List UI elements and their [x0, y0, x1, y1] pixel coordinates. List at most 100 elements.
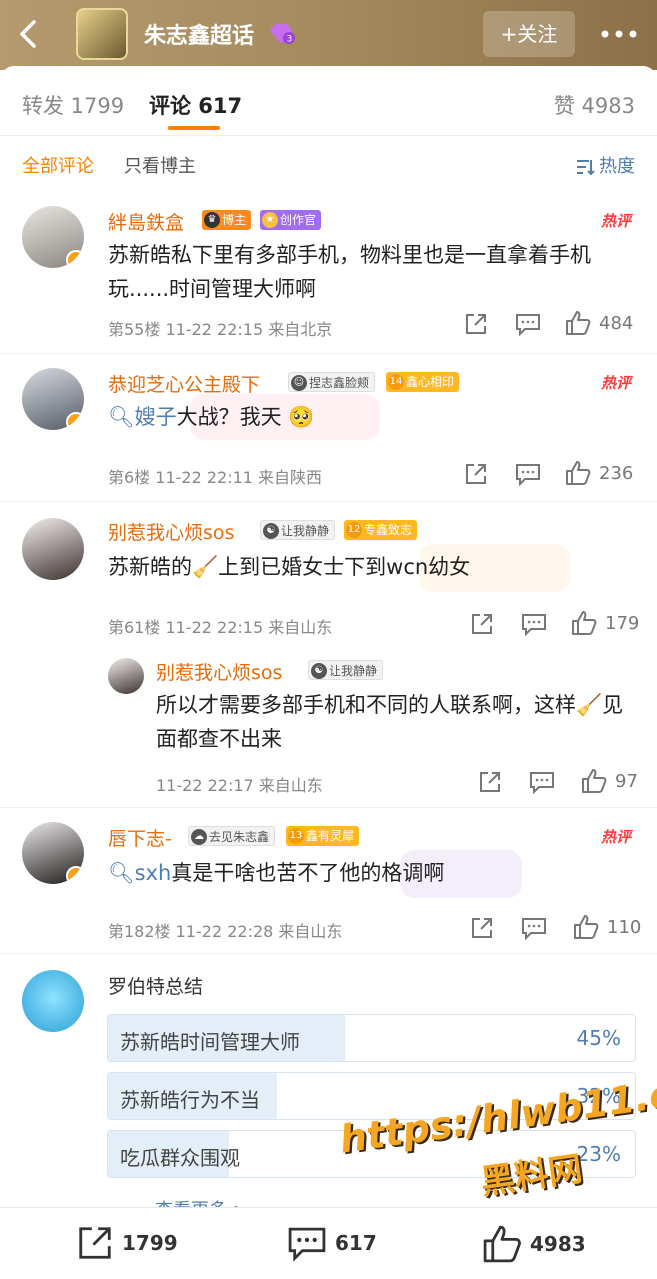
sort-icon [577, 160, 595, 176]
topic-search-link[interactable]: 🔍︎嫂子 [108, 405, 177, 429]
comment-meta: 第6楼 11-22 22:11 来自陕西 [108, 468, 323, 487]
comment-filter-bar: 全部评论 只看博主 热度 [0, 136, 657, 192]
reply-avatar[interactable] [108, 658, 144, 694]
poll-option-label: 吃瓜群众围观 [120, 1146, 240, 1170]
comment-icon [516, 464, 540, 486]
meditate-icon: ☯ [311, 663, 327, 679]
fan-badge: ☯ 让我静静 [308, 660, 384, 680]
poll-option-label: 苏新皓行为不当 [120, 1088, 260, 1112]
creator-icon: ★ [262, 212, 278, 228]
reply-button[interactable] [515, 312, 541, 336]
share-button[interactable] [464, 312, 488, 336]
hot-comment-label: 热评 [600, 374, 631, 392]
like-count: 484 [599, 312, 634, 334]
like-button[interactable]: 484 [565, 310, 633, 336]
tab-comments[interactable]: 评论 617 [149, 90, 242, 120]
share-icon [472, 614, 492, 634]
emoji-icon: 🥺 [288, 405, 315, 429]
like-button[interactable]: 179 [571, 610, 639, 636]
share-icon [480, 772, 500, 792]
poll-option-percent: 23% [576, 1142, 621, 1166]
more-options-icon[interactable] [600, 24, 638, 44]
comment-item: 絆島鉄盒 ♛ 博主 ★ 创作官 热评 苏新皓私下里有多部手机，物料里也是一直拿着手机… [0, 192, 657, 354]
back-arrow-icon[interactable] [14, 16, 44, 52]
commenter-name[interactable]: 别惹我心烦sos [108, 518, 234, 545]
face-icon: ☺ [291, 375, 307, 391]
comment-button[interactable]: 617 [287, 1224, 377, 1262]
poll-option-label: 苏新皓时间管理大师 [120, 1030, 300, 1054]
reply-button[interactable] [521, 916, 547, 940]
svg-text:3: 3 [287, 35, 293, 45]
reply-button[interactable] [521, 612, 547, 636]
thumbs-up-icon [572, 611, 597, 635]
like-count: 179 [605, 612, 640, 634]
commenter-name[interactable]: 唇下志- [108, 824, 172, 851]
meditate-icon: ☯ [263, 523, 279, 539]
thumbs-up-icon [574, 915, 599, 939]
like-button[interactable]: 236 [565, 460, 633, 486]
sort-by-heat-button[interactable]: 热度 [575, 152, 635, 178]
share-icon [466, 314, 486, 334]
repost-button[interactable]: 1799 [76, 1224, 178, 1262]
avatar[interactable] [22, 822, 84, 884]
fan-badge: ☯ 让我静静 [260, 520, 336, 540]
active-tab-indicator [168, 126, 220, 130]
comment-count: 617 [335, 1231, 377, 1255]
diamond-level-icon: 3 [270, 24, 295, 45]
share-button[interactable] [470, 612, 494, 636]
verified-badge-icon [66, 412, 84, 430]
poll-option[interactable]: 苏新皓时间管理大师 45% [107, 1014, 636, 1062]
fan-level-badge: 12 专鑫致志 [344, 520, 418, 540]
comment-text: 苏新皓的🧹上到已婚女士下到wcn幼女 [108, 555, 471, 579]
topic-title[interactable]: 朱志鑫超话 [144, 18, 254, 50]
tab-reposts[interactable]: 转发 1799 [22, 90, 124, 120]
topic-avatar[interactable] [76, 8, 128, 60]
share-button[interactable] [470, 916, 494, 940]
fan-level-badge: 14 鑫心相印 [386, 372, 460, 392]
level-number: 14 [388, 374, 404, 390]
share-button[interactable] [478, 770, 502, 794]
reply-meta: 11-22 22:17 来自山东 [156, 776, 323, 795]
level-number: 13 [288, 828, 304, 844]
comment-icon [522, 918, 546, 940]
comment-icon [516, 314, 540, 336]
reply-commenter-name[interactable]: 别惹我心烦sos [156, 658, 282, 685]
follow-button[interactable]: +关注 [483, 11, 575, 57]
verified-badge-icon [66, 866, 84, 884]
reply-button[interactable] [529, 770, 555, 794]
comment-icon [288, 1227, 326, 1262]
commenter-name[interactable]: 恭迎芝心公主殿下 [108, 370, 260, 397]
thumbs-up-icon [566, 461, 591, 485]
like-button[interactable]: 97 [581, 768, 638, 794]
share-button[interactable] [464, 462, 488, 486]
share-icon [466, 464, 486, 484]
comment-text: 苏新皓私下里有多部手机，物料里也是一直拿着手机玩......时间管理大师啊 [108, 243, 591, 301]
thumbs-up-icon [483, 1225, 521, 1263]
fan-level-badge: 13 鑫有灵犀 [286, 826, 360, 846]
tab-bar: 转发 1799 评论 617 赞 4983 [0, 66, 657, 136]
hot-comment-label: 热评 [600, 212, 631, 230]
reply-button[interactable] [515, 462, 541, 486]
tab-likes[interactable]: 赞 4983 [554, 90, 635, 120]
share-icon [472, 918, 492, 938]
reply-text: 所以才需要多部手机和不同的人联系啊，这样🧹见面都查不出来 [156, 693, 624, 751]
like-count: 110 [607, 916, 642, 938]
share-icon [79, 1227, 111, 1259]
like-button[interactable]: 4983 [482, 1224, 586, 1264]
crown-icon: ♛ [204, 212, 220, 228]
filter-author-only[interactable]: 只看博主 [124, 152, 196, 178]
cloud-icon: ☁ [191, 829, 207, 845]
sort-label: 热度 [599, 156, 635, 177]
poll-option-percent: 45% [576, 1026, 621, 1050]
commenter-name[interactable]: 絆島鉄盒 [108, 208, 184, 235]
filter-all-comments[interactable]: 全部评论 [22, 152, 94, 178]
verified-badge-icon [66, 250, 84, 268]
thumbs-up-icon [566, 311, 591, 335]
avatar[interactable] [22, 206, 84, 268]
comment-item: 唇下志- ☁ 去见朱志鑫 13 鑫有灵犀 热评 🔍︎sxh真是干啥也苦不了他的格调啊… [0, 808, 657, 954]
fan-badge: ☺ 捏志鑫脸颊 [288, 372, 376, 392]
topic-search-link[interactable]: 🔍︎sxh [108, 861, 171, 885]
like-button[interactable]: 110 [573, 914, 641, 940]
avatar[interactable] [22, 518, 84, 580]
avatar[interactable] [22, 368, 84, 430]
